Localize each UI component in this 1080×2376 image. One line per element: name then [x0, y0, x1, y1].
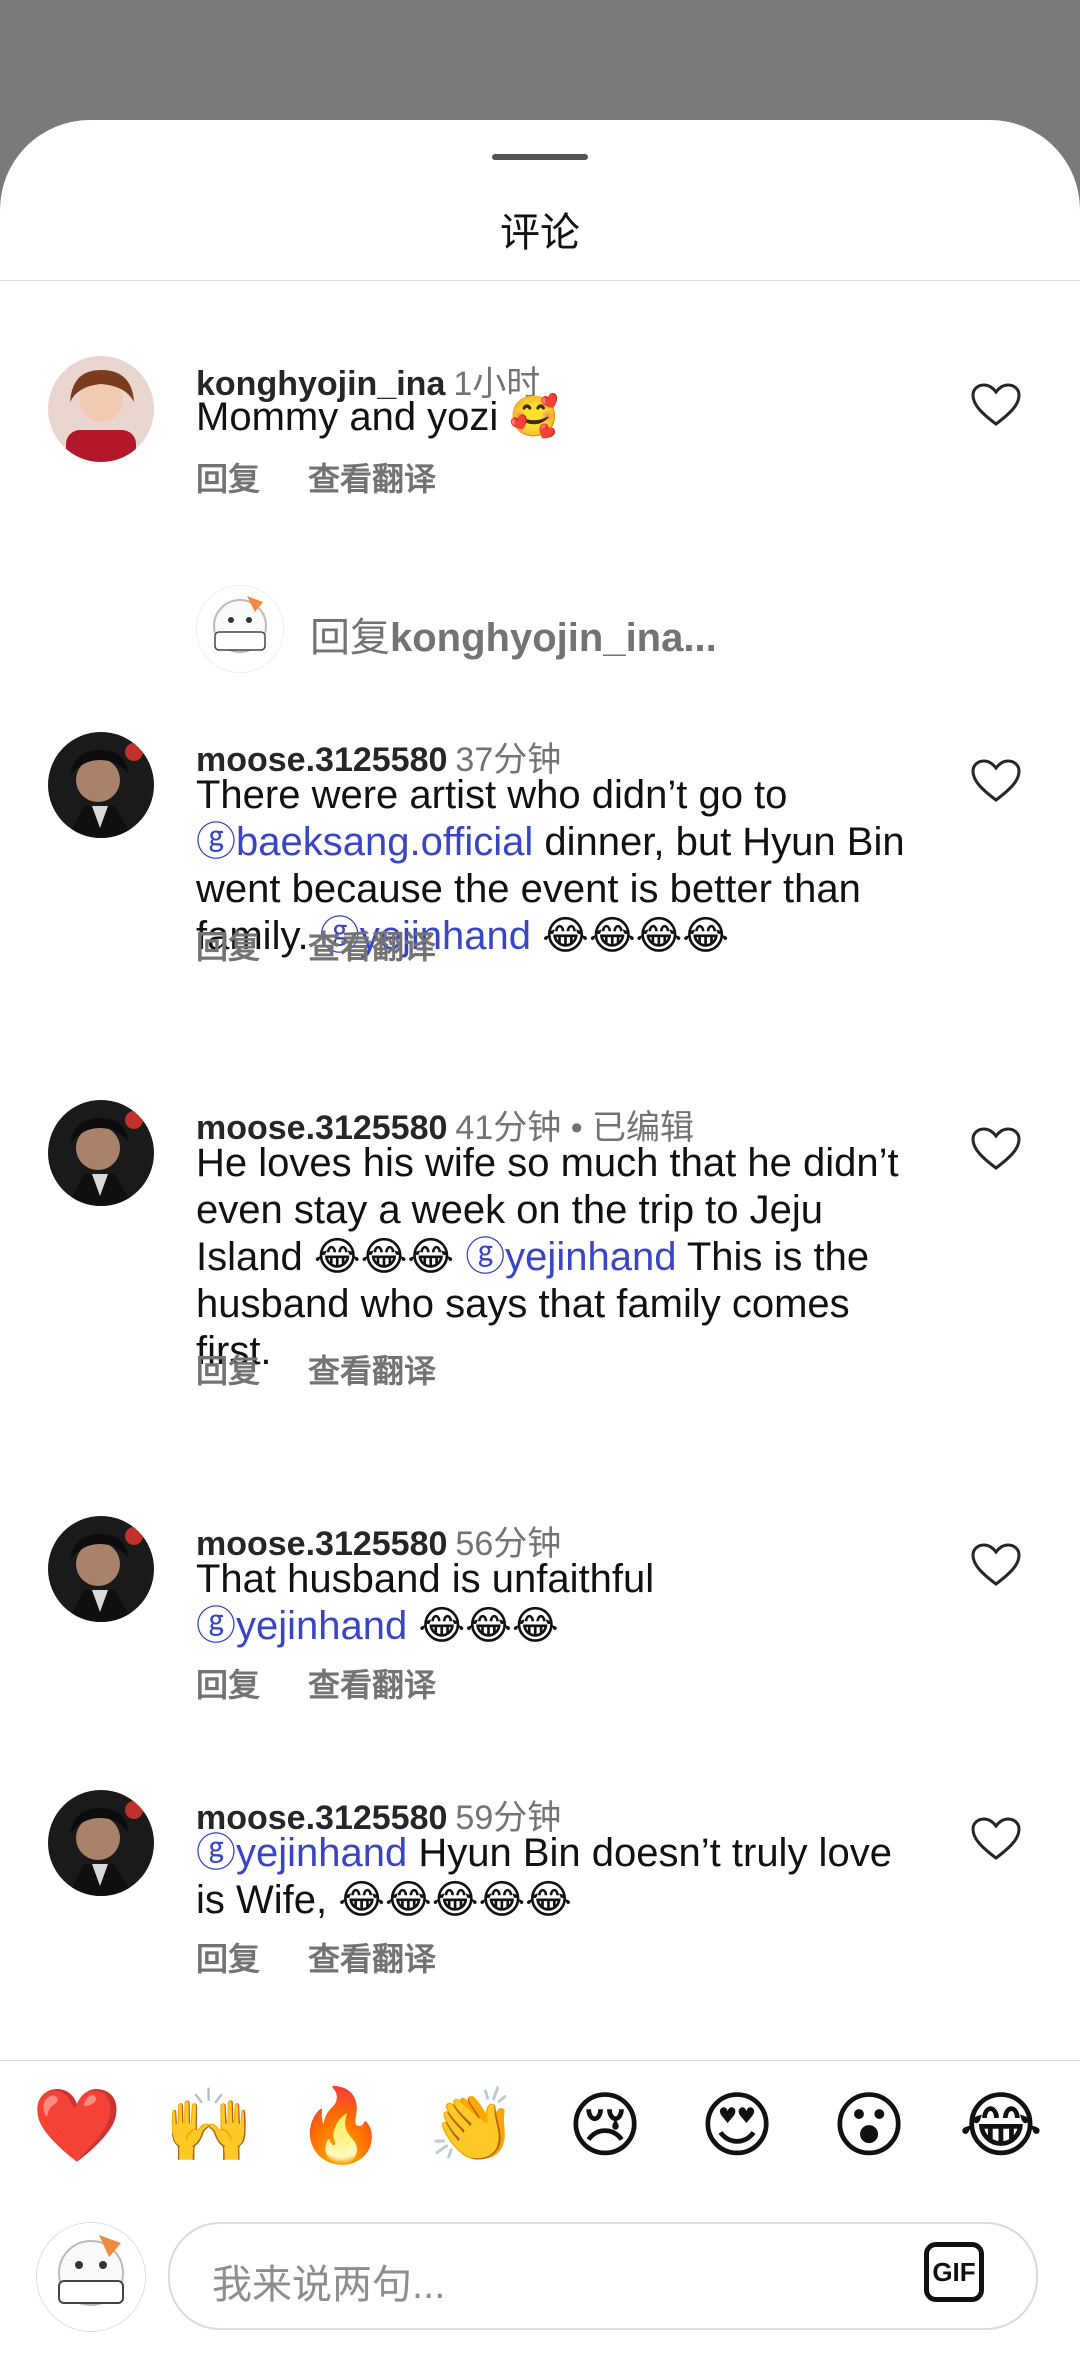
- translate-button[interactable]: 查看翻译: [308, 1941, 436, 1977]
- translate-button[interactable]: 查看翻译: [308, 1667, 436, 1703]
- reply-button[interactable]: 回复: [196, 461, 260, 497]
- translate-button[interactable]: 查看翻译: [308, 929, 436, 965]
- avatar[interactable]: [48, 1516, 154, 1622]
- comment-input-placeholder: 我来说两句...: [212, 2263, 446, 2307]
- like-heart-icon[interactable]: [970, 382, 1022, 428]
- avatar[interactable]: [48, 1100, 154, 1206]
- avatar[interactable]: [48, 732, 154, 838]
- comment-input[interactable]: 我来说两句... GIF: [168, 2222, 1038, 2330]
- emoji-tears-of-joy[interactable]: 😂: [956, 2080, 1046, 2170]
- reply-button[interactable]: 回复: [196, 1353, 260, 1389]
- emoji-fire[interactable]: 🔥: [296, 2080, 386, 2170]
- comment-text: Mommy and yozi 🥰: [196, 395, 560, 439]
- comment-actions: 回复 查看翻译: [196, 1660, 484, 1706]
- mention-link[interactable]: ⓖyejinhand: [196, 1604, 407, 1648]
- comment-composer: 我来说两句... GIF: [0, 2200, 1080, 2376]
- avatar[interactable]: [48, 356, 154, 462]
- comments-sheet: 评论 konghyojin_ina 1小时 Mommy and yozi 🥰 回复…: [0, 120, 1080, 2376]
- header-divider: [0, 280, 1080, 281]
- like-heart-icon[interactable]: [970, 1816, 1022, 1862]
- reply-prompt[interactable]: 回复konghyojin_ina...: [196, 585, 996, 673]
- translate-button[interactable]: 查看翻译: [308, 461, 436, 497]
- emoji-raised-hands[interactable]: 🙌: [164, 2080, 254, 2170]
- gif-button[interactable]: GIF: [924, 2242, 984, 2302]
- reply-button[interactable]: 回复: [196, 929, 260, 965]
- reply-button[interactable]: 回复: [196, 1667, 260, 1703]
- comment-actions: 回复 查看翻译: [196, 454, 484, 500]
- emoji-clapping[interactable]: 👏: [428, 2080, 518, 2170]
- mention-link[interactable]: ⓖyejinhand: [196, 1831, 407, 1875]
- comment-text: That husband is unfaithful ⓖyejinhand 😂😂…: [196, 1557, 655, 1648]
- comment-actions: 回复 查看翻译: [196, 1346, 484, 1392]
- composer-divider: [0, 2060, 1080, 2061]
- sheet-title: 评论: [500, 211, 580, 255]
- comment-actions: 回复 查看翻译: [196, 1934, 484, 1980]
- emoji-heart-eyes[interactable]: 😍: [692, 2080, 782, 2170]
- like-heart-icon[interactable]: [970, 1126, 1022, 1172]
- emoji-surprised[interactable]: 😮: [824, 2080, 914, 2170]
- like-heart-icon[interactable]: [970, 1542, 1022, 1588]
- like-heart-icon[interactable]: [970, 758, 1022, 804]
- quick-emoji-bar: ❤️ 🙌 🔥 👏 😢 😍 😮 😂: [0, 2080, 1080, 2210]
- comment-text: ⓖyejinhand Hyun Bin doesn’t truly love i…: [196, 1831, 892, 1922]
- my-avatar: [36, 2222, 146, 2332]
- reply-prompt-text: 回复konghyojin_ina...: [310, 616, 717, 660]
- mention-link[interactable]: ⓖyejinhand: [465, 1235, 676, 1279]
- mention-link[interactable]: ⓖbaeksang.official: [196, 820, 533, 864]
- comment-text: He loves his wife so much that he didn’t…: [196, 1141, 899, 1373]
- emoji-crying[interactable]: 😢: [560, 2080, 650, 2170]
- emoji-red-heart[interactable]: ❤️: [32, 2080, 122, 2170]
- comment-actions: 回复 查看翻译: [196, 922, 484, 968]
- translate-button[interactable]: 查看翻译: [308, 1353, 436, 1389]
- reply-button[interactable]: 回复: [196, 1941, 260, 1977]
- drag-handle[interactable]: [492, 154, 588, 160]
- my-avatar: [196, 585, 284, 673]
- avatar[interactable]: [48, 1790, 154, 1896]
